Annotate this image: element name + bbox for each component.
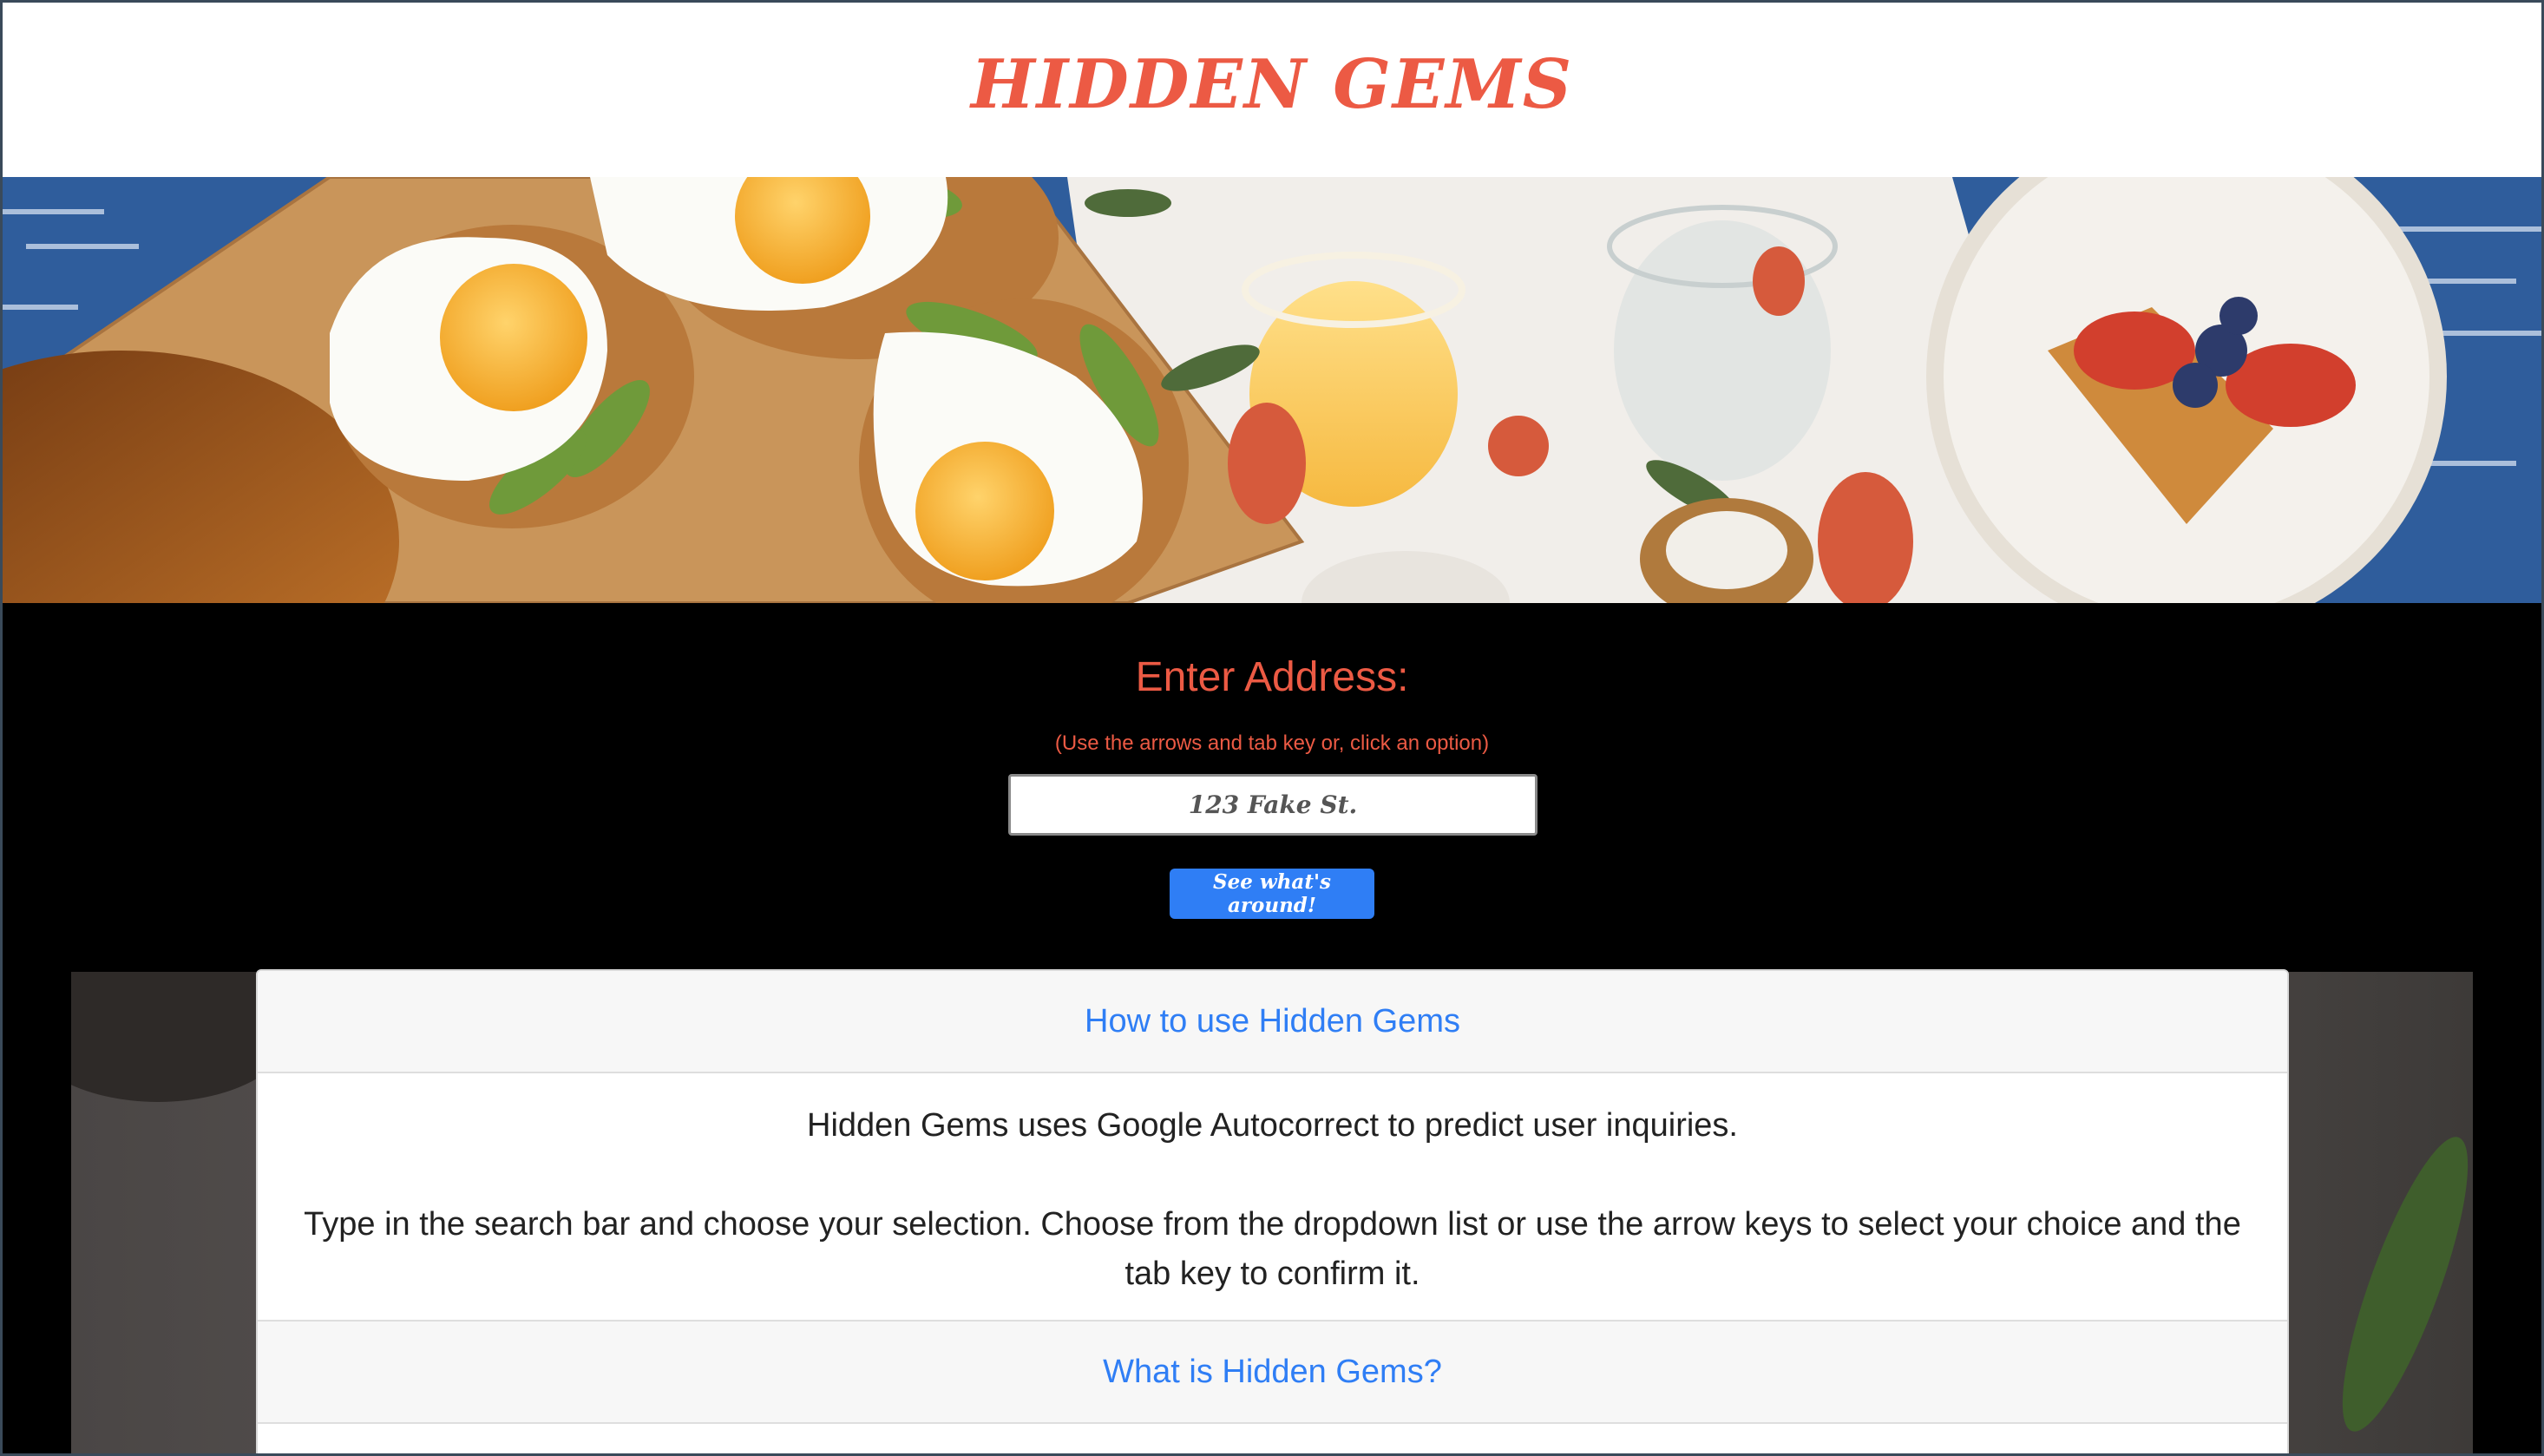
search-hint: (Use the arrows and tab key or, click an… xyxy=(1054,731,1490,755)
brand-title[interactable]: HIDDEN GEMS xyxy=(0,45,2544,124)
see-whats-around-button[interactable]: See what's around! xyxy=(1170,869,1374,919)
accordion-header-how-to-use: How to use Hidden Gems xyxy=(258,971,2287,1073)
search-section: Enter Address: (Use the arrows and tab k… xyxy=(0,603,2544,972)
hero-banner-image xyxy=(0,177,2544,603)
accordion-paragraph: Hidden Gems uses Google Autocorrect to p… xyxy=(807,1107,1738,1144)
accordion-body-how-to-use: Hidden Gems uses Google Autocorrect to p… xyxy=(258,1073,2287,1322)
accordion-header-what-is: What is Hidden Gems? xyxy=(258,1322,2287,1424)
how-to-use-toggle[interactable]: How to use Hidden Gems xyxy=(1079,1002,1465,1041)
help-accordion: How to use Hidden Gems Hidden Gems uses … xyxy=(256,969,2289,1456)
what-is-hidden-gems-toggle[interactable]: What is Hidden Gems? xyxy=(1098,1353,1447,1392)
accordion-paragraph: Type in the search bar and choose your s… xyxy=(304,1206,2241,1292)
address-input[interactable] xyxy=(1008,774,1538,836)
site-header: HIDDEN GEMS xyxy=(0,0,2544,177)
search-title: Enter Address: xyxy=(1135,654,1409,700)
